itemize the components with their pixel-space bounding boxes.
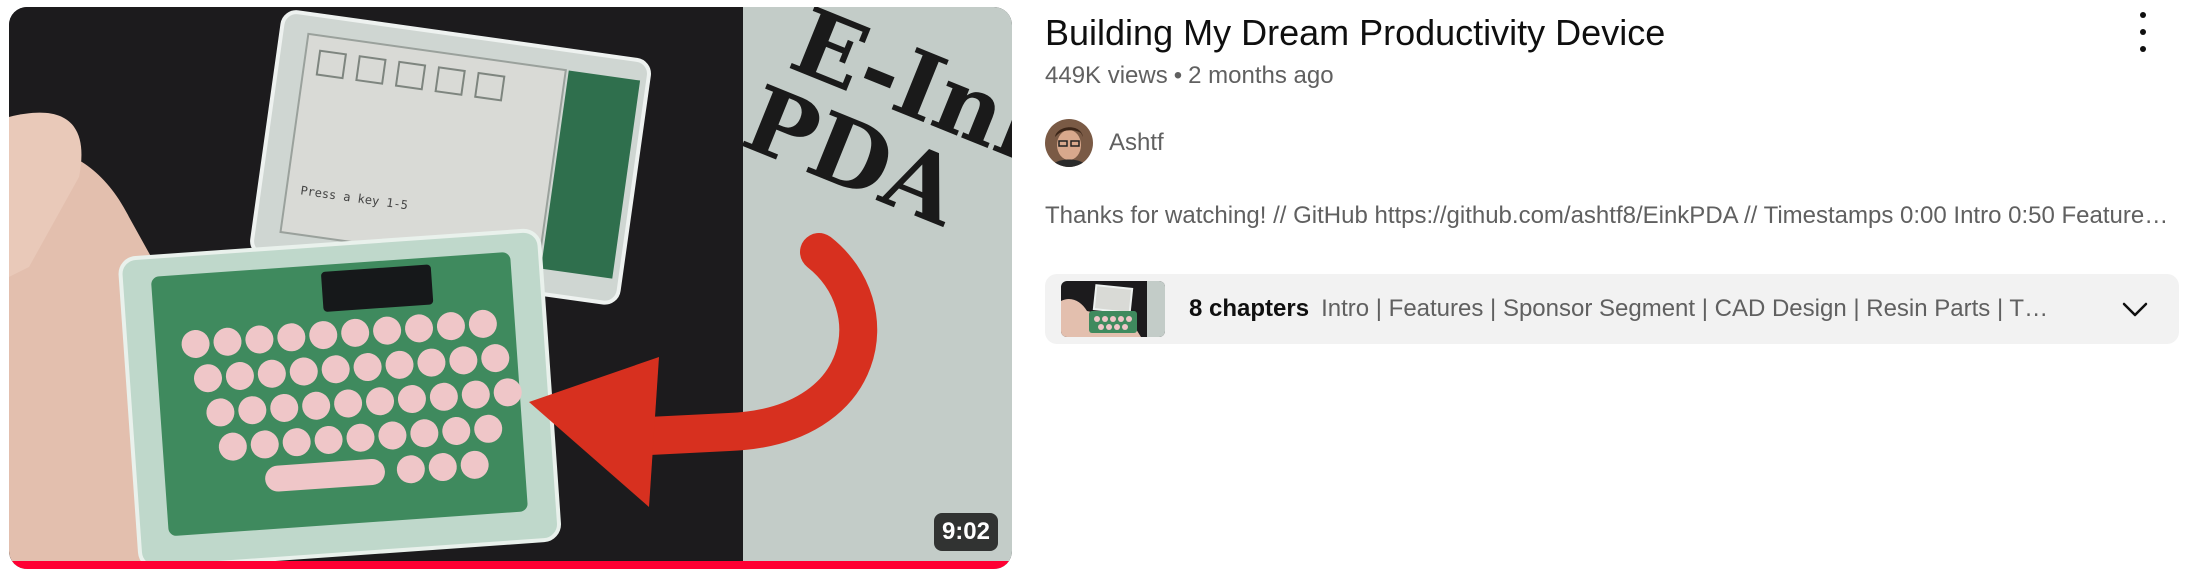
chevron-down-icon[interactable] [2121,296,2149,322]
channel-name[interactable]: Ashtf [1109,129,1164,157]
video-title[interactable]: Building My Dream Productivity Device [1045,10,1665,56]
watched-progress-bar [9,561,1012,569]
view-count: 449K views [1045,62,1168,89]
channel-avatar[interactable] [1045,119,1093,167]
duration-badge: 9:02 [933,513,998,551]
channel-row[interactable]: Ashtf [1045,119,1164,167]
chapters-bar[interactable]: 8 chapters Intro | Features | Sponsor Se… [1045,274,2179,344]
video-thumbnail[interactable]: Press a key 1-5 E-Ink PDA 9:02 [9,7,1012,569]
thumbnail-image: Press a key 1-5 E-Ink PDA [9,7,1012,569]
more-vert-icon[interactable] [2131,8,2155,56]
video-description-snippet[interactable]: Thanks for watching! // GitHub https://g… [1045,202,2175,230]
video-meta: Building My Dream Productivity Device 44… [1045,0,2185,578]
upload-age: 2 months ago [1188,62,1334,89]
chapters-count: 8 chapters [1189,295,1310,322]
video-stats: 449K views • 2 months ago [1045,62,1334,90]
meta-separator: • [1173,62,1183,89]
chapter-thumbnail [1061,281,1165,337]
chapters-list: Intro | Features | Sponsor Segment | CAD… [1321,295,2052,322]
